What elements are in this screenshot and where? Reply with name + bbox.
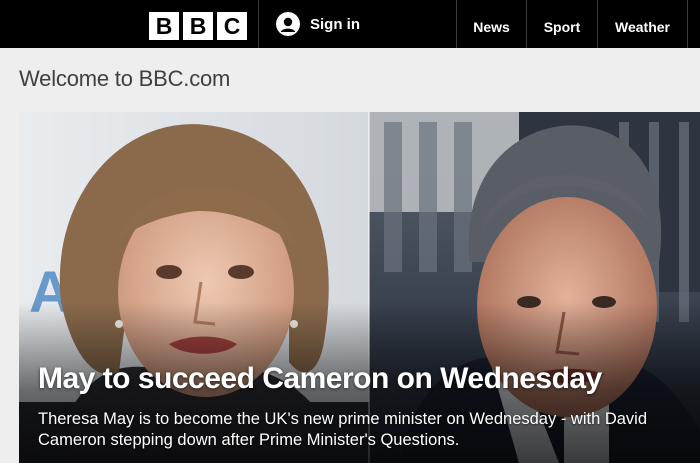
logo-letter: B <box>183 12 213 40</box>
user-icon <box>276 12 300 36</box>
nav-weather[interactable]: Weather <box>598 0 687 48</box>
sign-in-button[interactable]: Sign in <box>259 0 456 48</box>
bbc-logo[interactable]: B B C <box>149 12 247 40</box>
top-story-summary: Theresa May is to become the UK's new pr… <box>38 410 648 449</box>
bbc-top-bar: B B C Sign in News Sport Weather <box>0 0 700 48</box>
nav-sport[interactable]: Sport <box>527 0 597 48</box>
nav-news[interactable]: News <box>457 0 526 48</box>
sign-in-label: Sign in <box>310 15 360 33</box>
top-story-card[interactable]: A May to succeed Cameron on Wednesday Th… <box>19 112 700 463</box>
logo-letter: B <box>149 12 179 40</box>
logo-letter: C <box>217 12 247 40</box>
divider <box>687 0 688 48</box>
welcome-title: Welcome to BBC.com <box>19 66 231 91</box>
top-story-headline[interactable]: May to succeed Cameron on Wednesday <box>38 362 698 396</box>
